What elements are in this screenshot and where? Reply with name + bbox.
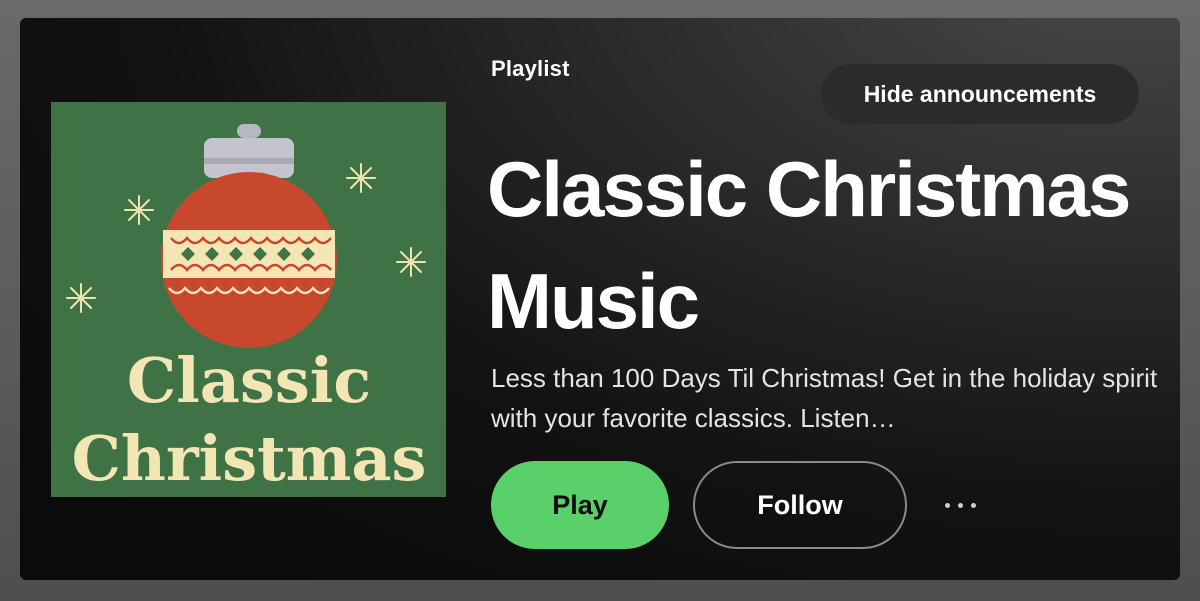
cover-text-line1: Classic xyxy=(127,344,371,417)
playlist-title: Classic Christmas Music xyxy=(487,145,1131,345)
more-dot xyxy=(944,502,950,508)
playlist-announcement-card: Classic Christmas Playlist Hide announce… xyxy=(20,18,1180,580)
hide-announcements-button[interactable]: Hide announcements xyxy=(821,64,1139,124)
playlist-description: Less than 100 Days Til Christmas! Get in… xyxy=(491,363,1158,433)
playlist-meta: Playlist Hide announcements Classic Chri… xyxy=(487,18,1171,580)
playlist-cover-art[interactable]: Classic Christmas xyxy=(51,102,446,497)
more-horizontal-icon[interactable] xyxy=(935,490,985,520)
cover-text-line2: Christmas xyxy=(72,422,427,495)
more-dot xyxy=(957,502,963,508)
play-button[interactable]: Play xyxy=(491,461,669,549)
more-dot xyxy=(970,502,976,508)
follow-button[interactable]: Follow xyxy=(693,461,907,549)
playlist-type-label: Playlist xyxy=(491,56,570,81)
page-backdrop: Classic Christmas Playlist Hide announce… xyxy=(0,0,1200,601)
